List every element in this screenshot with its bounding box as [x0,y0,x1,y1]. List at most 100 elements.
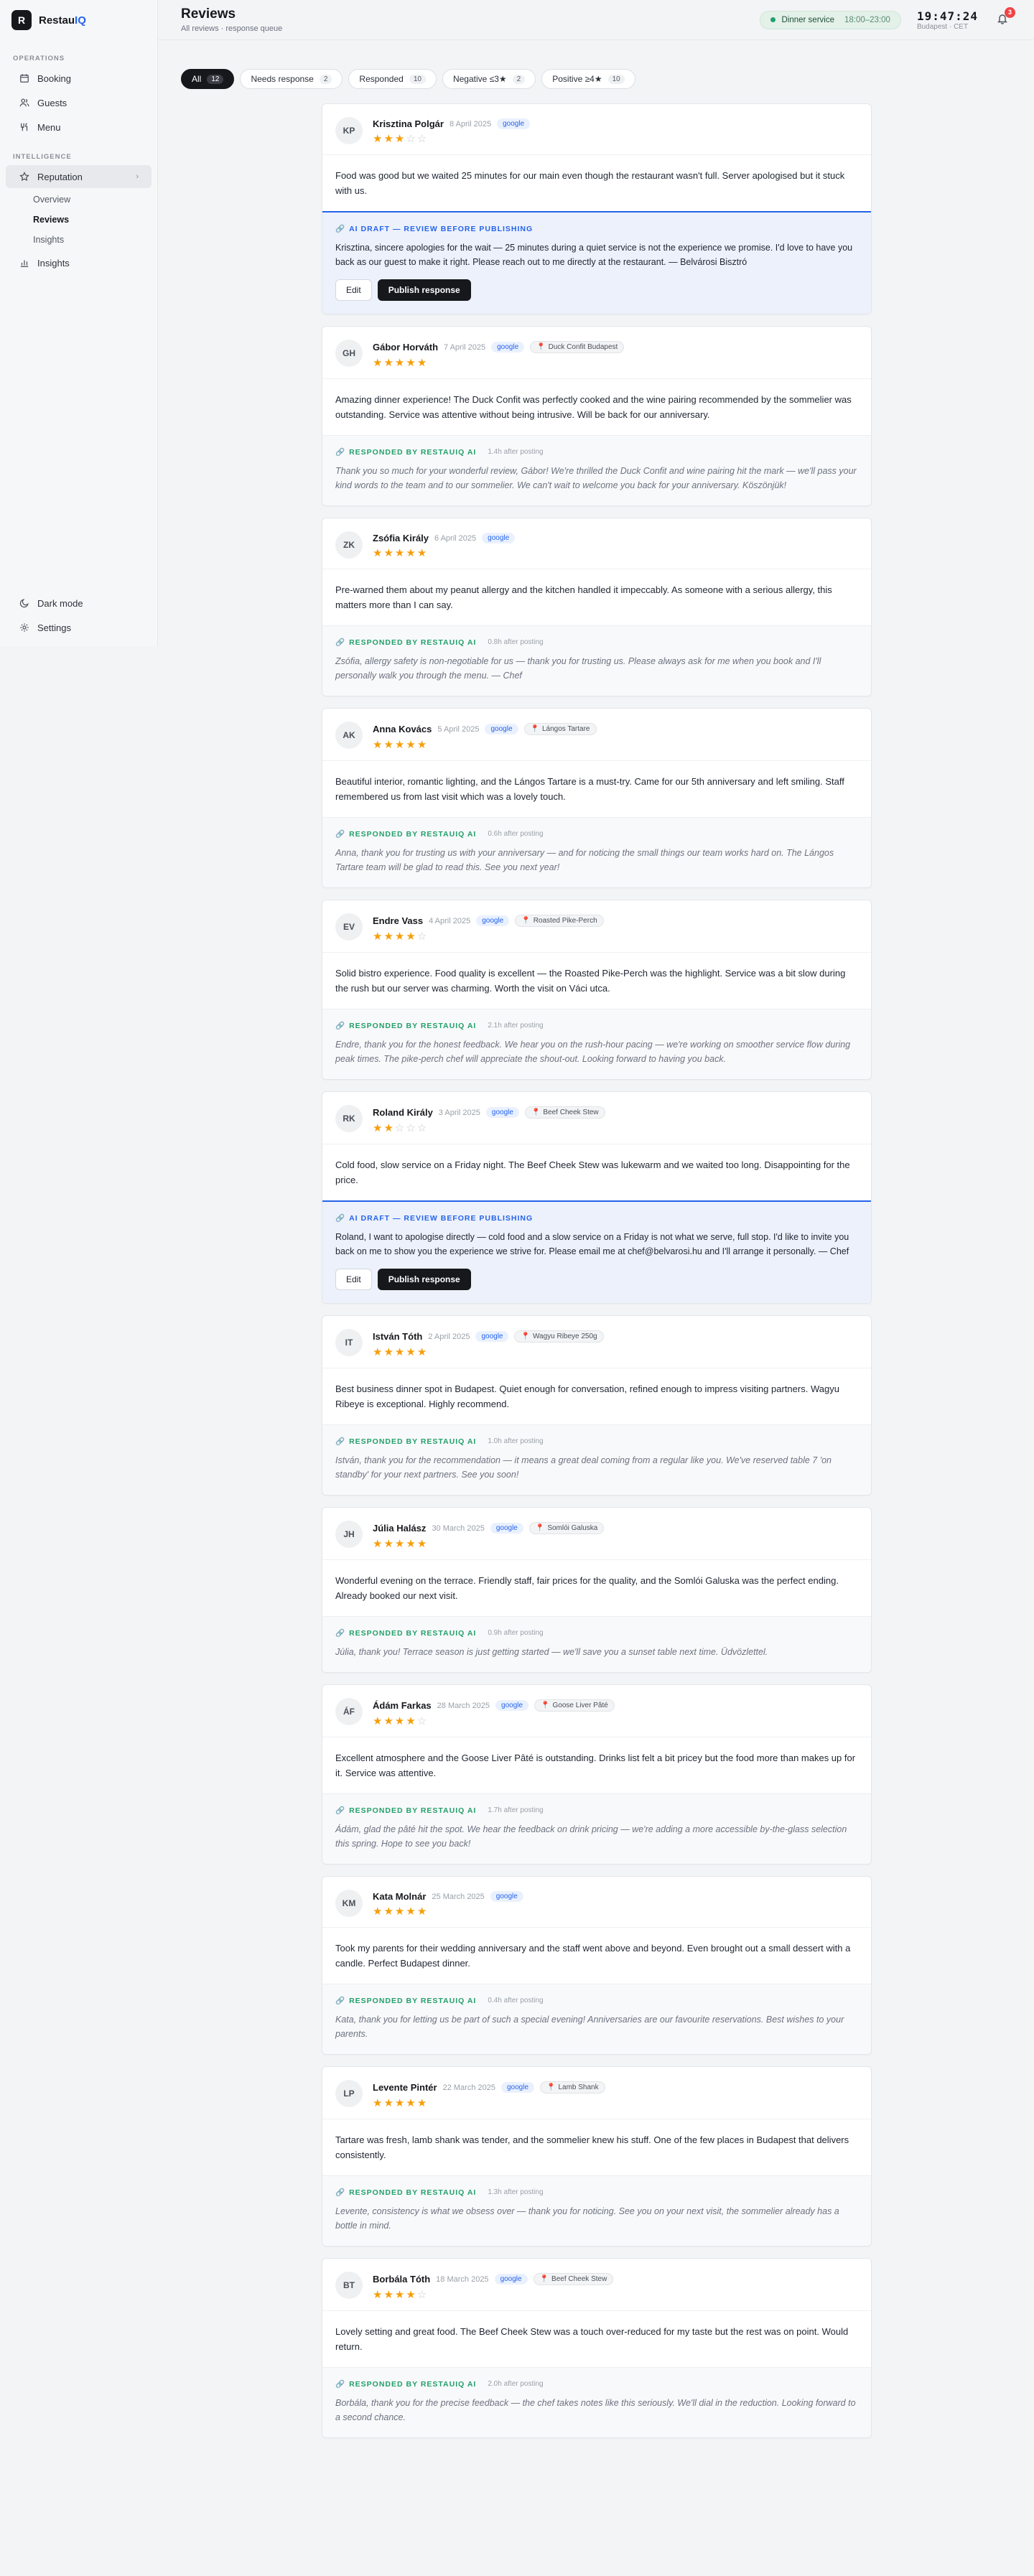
sidebar-item-booking[interactable]: Booking [6,67,152,90]
review-card[interactable]: JH Júlia Halász 30 March 2025 google 📍 Somlói… [322,1507,872,1673]
review-meta-line: Gábor Horváth 7 April 2025 google 📍 Duck Con… [373,341,625,353]
response-panel: 🔗 Responded by RestauIQ AI 2.0h after post… [322,2367,871,2437]
star-filled-icon: ★ [383,357,393,369]
star-rating: ★ ★ ★ ★ ☆ [373,1716,615,1727]
star-rating: ★ ★ ★ ★ ★ [373,1906,523,1917]
response-time: 0.9h after posting [488,1629,544,1637]
response-text: Zsófia, allergy safety is non-negotiable… [335,656,821,681]
filter-chip-3[interactable]: Negative ≤3★ 2 [442,69,536,89]
service-status-badge[interactable]: Dinner service 18:00–23:00 [760,10,901,29]
publish-response-button[interactable]: Publish response [377,279,471,301]
review-date: 5 April 2025 [437,724,480,734]
sidebar-item-insights[interactable]: Insights [6,251,152,274]
dark-mode-toggle[interactable]: Dark mode [6,592,152,615]
response-header: 🔗 Responded by RestauIQ AI 1.4h after post… [335,447,858,457]
bar-chart-icon [19,257,30,269]
response-header: 🔗 Responded by RestauIQ AI 1.0h after post… [335,1437,858,1446]
response-text: Anna, thank you for trusting us with you… [335,848,834,872]
response-time: 0.6h after posting [488,830,544,838]
review-card[interactable]: ZK Zsófia Király 6 April 2025 google ★ ★ ★ ★ ★ Pr… [322,518,872,696]
ai-draft-panel: 🔗 AI draft — review before publishing Kris… [322,211,871,314]
responded-label: 🔗 Responded by RestauIQ AI [335,2188,477,2197]
review-author: Krisztina Polgár [373,118,444,129]
publish-response-button[interactable]: Publish response [377,1269,471,1290]
source-badge: google [497,118,531,129]
notifications-button[interactable]: 3 [994,6,1015,29]
review-card[interactable]: KP Krisztina Polgár 8 April 2025 google ★ ★ ★ ☆… [322,103,872,314]
review-card[interactable]: IT István Tóth 2 April 2025 google 📍 Wagyu Ri… [322,1315,872,1495]
avatar: KM [335,1890,363,1917]
source-badge: google [490,1891,523,1902]
filter-chips: All 12 Needs response 2 Responded 10 Negative … [181,69,635,89]
response-text: Endre, thank you for the honest feedback… [335,1040,851,1064]
clock: 19:47:24 Budapest · CET [917,9,978,31]
review-card[interactable]: ÁF Ádám Farkas 28 March 2025 google 📍 Goose L… [322,1684,872,1865]
edit-button[interactable]: Edit [335,1269,372,1290]
response-text: István, thank you for the recommendation… [335,1455,832,1480]
status-dot [770,17,776,22]
avatar: EV [335,913,363,941]
dish-tag: 📍 Beef Cheek Stew [524,1106,605,1119]
response-text: Levente, consistency is what we obsess o… [335,2206,839,2231]
review-meta-line: Krisztina Polgár 8 April 2025 google [373,118,531,129]
review-date: 18 March 2025 [436,2274,489,2284]
review-meta: Kata Molnár 25 March 2025 google ★ ★ ★ ★ ★ [373,1890,523,1917]
avatar: ÁF [335,1698,363,1725]
review-card[interactable]: LP Levente Pintér 22 March 2025 google 📍 Lamb… [322,2066,872,2246]
review-card[interactable]: KM Kata Molnár 25 March 2025 google ★ ★ ★ ★ ★ Too… [322,1876,872,2055]
sidebar-item-guests[interactable]: Guests [6,91,152,114]
dish-tag: 📍 Lamb Shank [540,2081,605,2094]
avatar: KP [335,117,363,144]
filter-chip-0[interactable]: All 12 [181,69,235,89]
edit-button[interactable]: Edit [335,279,372,301]
sidebar-item-label: Guests [37,97,67,108]
avatar: GH [335,340,363,367]
filter-chip-1[interactable]: Needs response 2 [240,69,343,89]
review-date: 3 April 2025 [438,1108,480,1117]
review-card[interactable]: EV Endre Vass 4 April 2025 google 📍 Roasted P… [322,900,872,1080]
star-rating: ★ ★ ★ ★ ☆ [373,931,604,942]
response-panel: 🔗 Responded by RestauIQ AI 0.9h after post… [322,1616,871,1672]
filter-chip-4[interactable]: Positive ≥4★ 10 [541,69,635,89]
star-rating: ★ ★ ★ ★ ★ [373,739,597,750]
responded-label: 🔗 Responded by RestauIQ AI [335,448,477,457]
link-icon: 🔗 [335,2188,346,2197]
filter-chip-count: 10 [607,74,625,84]
star-filled-icon: ★ [406,739,416,751]
star-filled-icon: ★ [373,2097,383,2109]
filter-chip-label: All [192,74,202,84]
sidebar-item-menu[interactable]: Menu [6,116,152,139]
review-card[interactable]: RK Roland Király 3 April 2025 google 📍 Beef C… [322,1091,872,1304]
review-header: KM Kata Molnár 25 March 2025 google ★ ★ ★ ★ ★ [322,1877,871,1928]
avatar: ZK [335,531,363,559]
response-time: 2.1h after posting [488,1022,544,1030]
review-date: 22 March 2025 [442,2083,495,2092]
star-empty-icon: ☆ [416,930,427,943]
brand[interactable]: R RestauIQ [0,0,157,40]
review-header: EV Endre Vass 4 April 2025 google 📍 Roasted P… [322,900,871,953]
review-text: Tartare was fresh, lamb shank was tender… [335,2134,849,2160]
review-card[interactable]: AK Anna Kovács 5 April 2025 google 📍 Lángos T… [322,708,872,888]
subnav-reviews[interactable]: Reviews [26,210,157,230]
sidebar-item-reputation[interactable]: Reputation › [6,165,152,188]
review-author: Endre Vass [373,915,424,926]
response-header: 🔗 Responded by RestauIQ AI 0.9h after post… [335,1628,858,1638]
review-date: 2 April 2025 [428,1332,470,1341]
sidebar-item-settings[interactable]: Settings [6,616,152,639]
subnav-overview[interactable]: Overview [26,190,157,210]
filter-chip-2[interactable]: Responded 10 [348,69,437,89]
star-rating: ★ ★ ☆ ☆ ☆ [373,1123,605,1134]
star-filled-icon: ★ [373,739,383,751]
review-card[interactable]: BT Borbála Tóth 18 March 2025 google 📍 Beef C… [322,2258,872,2438]
review-card[interactable]: GH Gábor Horváth 7 April 2025 google 📍 Duck C… [322,326,872,506]
response-header: 🔗 Responded by RestauIQ AI 0.8h after post… [335,638,858,647]
sidebar-item-label: Reputation [37,171,83,182]
star-filled-icon: ★ [394,2097,405,2109]
users-icon [19,97,30,108]
page-header: Reviews All reviews · response queue Din… [158,0,1034,40]
pin-icon: 📍 [521,1333,530,1340]
subnav-insights[interactable]: Insights [26,230,157,250]
star-filled-icon: ★ [394,1346,405,1358]
star-filled-icon: ★ [373,357,383,369]
responded-label: 🔗 Responded by RestauIQ AI [335,830,477,839]
